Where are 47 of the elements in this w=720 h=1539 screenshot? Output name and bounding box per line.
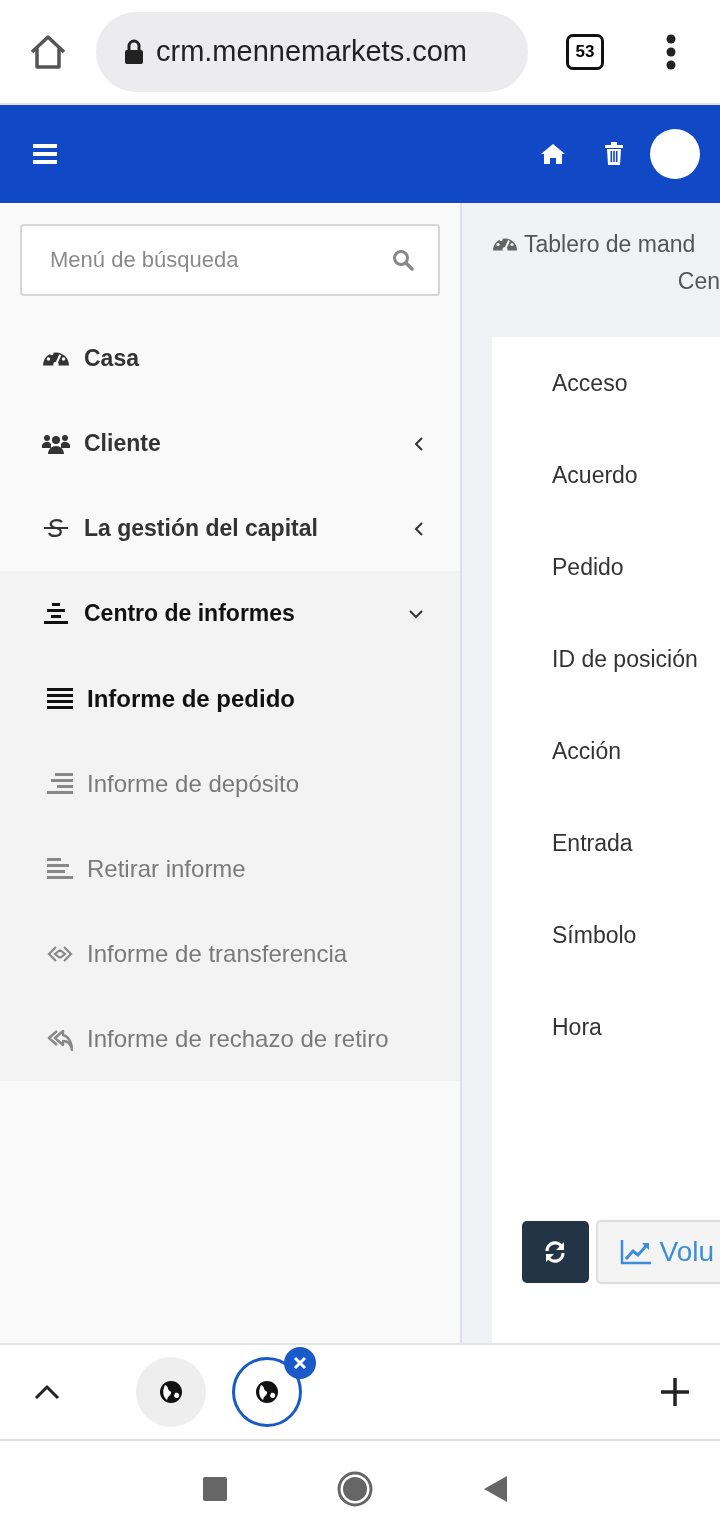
line-chart-icon: [619, 1239, 652, 1265]
close-icon: [293, 1356, 307, 1370]
search-icon[interactable]: [392, 249, 414, 271]
avatar[interactable]: [650, 129, 700, 179]
more-icon[interactable]: [666, 33, 676, 70]
field-label: Símbolo: [551, 920, 638, 950]
submenu-item[interactable]: Retirar informe: [0, 826, 460, 911]
field-label: ID de posición: [551, 644, 699, 674]
field-label: Pedido: [551, 552, 625, 582]
close-tab-button[interactable]: [284, 1347, 316, 1379]
gauge-icon: [42, 349, 70, 368]
home-circle-icon[interactable]: [337, 1471, 373, 1507]
submenu-item[interactable]: Informe de transferencia: [0, 911, 460, 996]
field-label: Hora: [551, 1012, 603, 1042]
trash-icon[interactable]: [604, 142, 624, 166]
submenu-item[interactable]: Informe de depósito: [0, 741, 460, 826]
address-bar[interactable]: crm.mennemarkets.com: [96, 11, 528, 92]
plus-icon[interactable]: [660, 1377, 690, 1407]
tab-count[interactable]: 53: [566, 33, 604, 70]
globe-icon: [255, 1380, 279, 1404]
sidebar-item[interactable]: Centro de informes: [0, 571, 460, 656]
refresh-icon: [543, 1240, 568, 1264]
field-label: Acuerdo: [551, 460, 639, 490]
align-center-icon: [42, 601, 70, 626]
lock-icon: [124, 38, 144, 65]
field-label: Acción: [551, 736, 623, 766]
field-label: Acceso: [551, 368, 629, 398]
breadcrumb-link[interactable]: Cen: [677, 268, 720, 294]
refresh-button[interactable]: [522, 1221, 589, 1283]
search-field[interactable]: Menú de búsqueda: [20, 224, 440, 296]
sidebar-item[interactable]: Casa: [0, 316, 460, 401]
submenu-item[interactable]: Informe de rechazo de retiro: [0, 996, 460, 1081]
sidebar-item[interactable]: Cliente: [0, 401, 460, 486]
list-icon: [47, 686, 73, 711]
sidebar-item[interactable]: La gestión del capital: [0, 486, 460, 571]
submenu-item[interactable]: Informe de pedido: [0, 656, 460, 741]
chevron-up-icon[interactable]: [34, 1384, 60, 1400]
home-icon[interactable]: [28, 32, 68, 71]
gauge-icon: [492, 236, 518, 253]
menu-icon[interactable]: [33, 143, 57, 165]
globe-icon: [159, 1380, 183, 1404]
align-right-icon: [47, 771, 73, 796]
field-label: Entrada: [551, 828, 634, 858]
align-left-icon: [47, 856, 73, 881]
home-icon[interactable]: [540, 143, 566, 165]
breadcrumb-link[interactable]: Tablero de mand: [524, 231, 696, 258]
back-icon[interactable]: [483, 1476, 507, 1502]
